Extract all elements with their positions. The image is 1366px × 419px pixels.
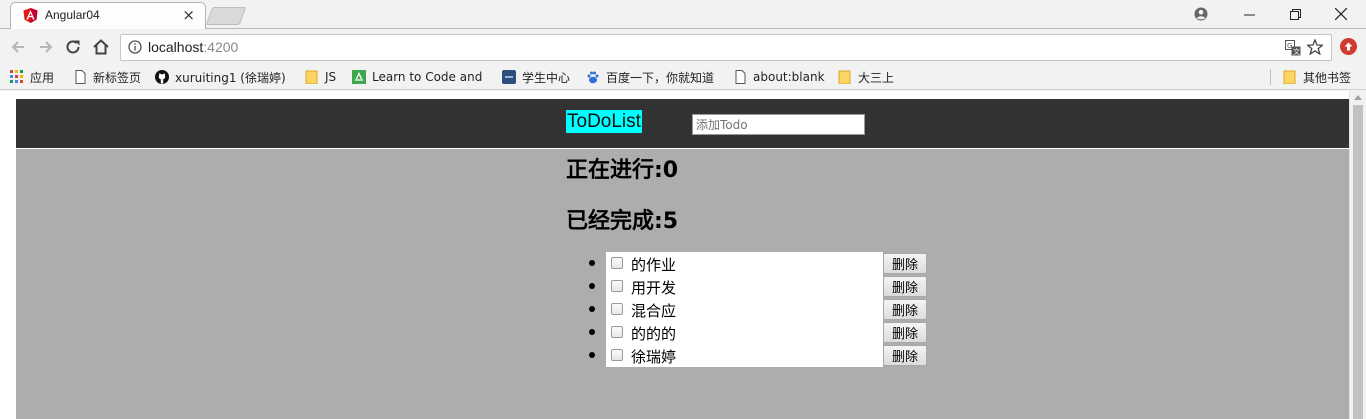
tab-strip: Angular04 × <box>0 0 1366 29</box>
delete-button[interactable]: 删除 <box>883 299 927 320</box>
completed-heading: 已经完成:5 <box>566 209 679 234</box>
todo-item-body: 的的的 <box>606 321 883 344</box>
info-icon[interactable] <box>128 40 142 54</box>
app-body: 正在进行:0 已经完成:5 的作业 删除 用开发 删除 混合应 删除 的的的 删… <box>16 149 1349 419</box>
bullet-icon <box>589 352 595 358</box>
translate-icon[interactable]: G文 <box>1285 40 1301 56</box>
bookmark-student-center[interactable]: 学生中心 <box>502 68 570 86</box>
scroll-thumb[interactable] <box>1353 105 1363 419</box>
angular-icon <box>23 8 38 23</box>
folder-icon <box>1283 70 1296 84</box>
bookmark-apps[interactable]: 应用 <box>10 68 54 86</box>
bullet-icon <box>589 329 595 335</box>
bookmark-folder-junior[interactable]: 大三上 <box>838 68 894 86</box>
bookmarks-bar: 应用 新标签页 xuruiting1 (徐瑞婷) JS Learn to Cod… <box>0 64 1366 90</box>
delete-button[interactable]: 删除 <box>883 276 927 297</box>
delete-button[interactable]: 删除 <box>883 253 927 274</box>
tab-close-icon[interactable]: × <box>182 6 195 24</box>
todo-checkbox[interactable] <box>611 326 623 338</box>
todo-item-body: 的作业 <box>606 252 883 275</box>
todo-text: 的作业 <box>631 256 677 274</box>
todo-checkbox[interactable] <box>611 303 623 315</box>
todo-item-body: 混合应 <box>606 298 883 321</box>
bookmark-github[interactable]: xuruiting1 (徐瑞婷) <box>155 68 286 86</box>
todo-text: 用开发 <box>631 279 677 297</box>
delete-button[interactable]: 删除 <box>883 345 927 366</box>
app-header: ToDoList <box>16 99 1349 148</box>
bookmark-other[interactable]: 其他书签 <box>1283 68 1351 86</box>
bookmarks-separator <box>1270 69 1271 85</box>
apps-grid-icon <box>10 70 23 83</box>
home-icon[interactable] <box>91 37 111 57</box>
todo-checkbox[interactable] <box>611 280 623 292</box>
baidu-icon <box>587 71 599 84</box>
todo-checkbox[interactable] <box>611 349 623 361</box>
bookmark-baidu[interactable]: 百度一下，你就知道 <box>586 68 714 86</box>
svg-text:文: 文 <box>1293 47 1300 56</box>
tab-title: Angular04 <box>45 8 100 22</box>
url-text[interactable]: localhost:4200 <box>148 39 238 55</box>
browser-tab[interactable]: Angular04 × <box>10 2 206 29</box>
forward-icon[interactable] <box>36 37 56 57</box>
bullet-icon <box>589 260 595 266</box>
bookmark-folder-js[interactable]: JS <box>305 68 336 86</box>
bookmark-freecodecamp[interactable]: Learn to Code and <box>352 68 482 86</box>
fcc-icon <box>352 70 366 84</box>
profile-icon[interactable] <box>1178 3 1224 25</box>
back-icon[interactable] <box>8 37 28 57</box>
todo-item: 用开发 删除 <box>589 275 927 298</box>
new-tab-button[interactable] <box>205 7 247 25</box>
todo-item-body: 用开发 <box>606 275 883 298</box>
folder-icon <box>305 70 318 84</box>
address-bar[interactable]: localhost:4200 G文 <box>120 34 1332 61</box>
app-logo: ToDoList <box>566 110 642 133</box>
browser-toolbar: localhost:4200 G文 <box>0 30 1366 64</box>
add-todo-input[interactable] <box>692 114 865 135</box>
todo-text: 混合应 <box>631 302 677 320</box>
todo-list: 的作业 删除 用开发 删除 混合应 删除 的的的 删除 徐瑞婷 删除 <box>589 252 927 367</box>
delete-button[interactable]: 删除 <box>883 322 927 343</box>
todo-checkbox[interactable] <box>611 257 623 269</box>
minimize-icon[interactable] <box>1226 3 1272 25</box>
vertical-scrollbar[interactable] <box>1349 91 1366 419</box>
todo-item: 的作业 删除 <box>589 252 927 275</box>
page-icon <box>735 70 746 84</box>
github-icon <box>155 70 169 84</box>
folder-icon <box>838 70 851 84</box>
todo-item: 徐瑞婷 删除 <box>589 344 927 367</box>
extension-icon[interactable] <box>1340 38 1357 55</box>
window-close-icon[interactable] <box>1318 3 1364 25</box>
bookmark-newtab[interactable]: 新标签页 <box>73 68 141 86</box>
bookmark-star-icon[interactable] <box>1307 39 1323 55</box>
bookmark-about-blank[interactable]: about:blank <box>733 68 825 86</box>
page-viewport: ToDoList 正在进行:0 已经完成:5 的作业 删除 用开发 删除 <box>0 91 1366 419</box>
reload-icon[interactable] <box>63 37 83 57</box>
todo-item-body: 徐瑞婷 <box>606 344 883 367</box>
restore-icon[interactable] <box>1272 3 1318 25</box>
todo-item: 混合应 删除 <box>589 298 927 321</box>
student-center-icon <box>502 70 516 84</box>
in-progress-heading: 正在进行:0 <box>566 158 679 183</box>
bullet-icon <box>589 306 595 312</box>
todo-text: 的的的 <box>631 325 677 343</box>
todo-item: 的的的 删除 <box>589 321 927 344</box>
todo-text: 徐瑞婷 <box>631 348 677 366</box>
page-icon <box>75 70 86 84</box>
bullet-icon <box>589 283 595 289</box>
scroll-up-icon[interactable] <box>1354 95 1362 100</box>
